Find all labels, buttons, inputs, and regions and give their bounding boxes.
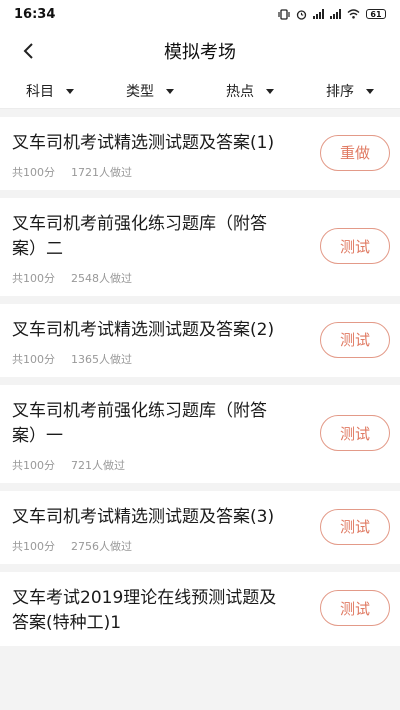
exam-score: 共100分 <box>12 272 55 285</box>
exam-meta: 共100分 2756人做过 <box>12 538 290 554</box>
exam-title: 叉车司机考试精选测试题及答案(1) <box>12 133 275 153</box>
exam-count: 721人做过 <box>71 459 125 472</box>
filter-type[interactable]: 类型 <box>126 81 174 101</box>
exam-count: 2548人做过 <box>71 272 132 285</box>
exam-title: 叉车司机考试精选测试题及答案(3) <box>12 507 275 527</box>
filter-label: 科目 <box>26 84 54 100</box>
exam-meta: 共100分 721人做过 <box>12 457 290 473</box>
back-button[interactable] <box>14 36 44 66</box>
exam-title: 叉车考试2019理论在线预测试题及答案(特种工)1 <box>12 588 277 633</box>
status-icons: 61 <box>278 8 386 20</box>
page-title: 模拟考场 <box>164 42 236 63</box>
chevron-left-icon <box>23 43 33 59</box>
filter-label: 排序 <box>326 84 354 100</box>
caret-down-icon <box>166 88 174 94</box>
status-bar: 16:34 61 <box>0 0 400 28</box>
exam-item[interactable]: 叉车司机考试精选测试题及答案(2) 共100分 1365人做过 测试 <box>0 304 400 377</box>
exam-score: 共100分 <box>12 166 55 179</box>
exam-item[interactable]: 叉车考试2019理论在线预测试题及答案(特种工)1 测试 <box>0 572 400 646</box>
battery-icon: 61 <box>366 9 386 19</box>
caret-down-icon <box>366 88 374 94</box>
test-button[interactable]: 测试 <box>320 321 390 358</box>
header: 模拟考场 <box>0 28 400 74</box>
redo-button[interactable]: 重做 <box>320 134 390 171</box>
test-button[interactable]: 测试 <box>320 508 390 545</box>
exam-item[interactable]: 叉车司机考试精选测试题及答案(1) 共100分 1721人做过 重做 <box>0 117 400 190</box>
vibrate-icon <box>278 8 290 20</box>
test-button[interactable]: 测试 <box>320 415 390 451</box>
exam-list: 叉车司机考试精选测试题及答案(1) 共100分 1721人做过 重做 叉车司机考… <box>0 117 400 646</box>
exam-score: 共100分 <box>12 353 55 366</box>
exam-count: 1365人做过 <box>71 353 132 366</box>
exam-score: 共100分 <box>12 459 55 472</box>
signal-icon <box>313 9 324 19</box>
caret-down-icon <box>266 88 274 94</box>
exam-count: 2756人做过 <box>71 540 132 553</box>
filter-subject[interactable]: 科目 <box>26 81 74 101</box>
filter-label: 类型 <box>126 84 154 100</box>
filter-label: 热点 <box>226 84 254 100</box>
exam-item[interactable]: 叉车司机考前强化练习题库（附答案）一 共100分 721人做过 测试 <box>0 385 400 483</box>
wifi-icon <box>347 9 360 19</box>
alarm-icon <box>296 9 307 20</box>
exam-meta: 共100分 1365人做过 <box>12 351 290 367</box>
exam-title: 叉车司机考前强化练习题库（附答案）一 <box>12 401 267 446</box>
exam-meta: 共100分 2548人做过 <box>12 270 290 286</box>
exam-score: 共100分 <box>12 540 55 553</box>
exam-item[interactable]: 叉车司机考前强化练习题库（附答案）二 共100分 2548人做过 测试 <box>0 198 400 296</box>
exam-meta: 共100分 1721人做过 <box>12 164 290 180</box>
filter-bar: 科目 类型 热点 排序 <box>0 74 400 109</box>
status-time: 16:34 <box>14 6 56 22</box>
filter-sort[interactable]: 排序 <box>326 81 374 101</box>
caret-down-icon <box>66 88 74 94</box>
test-button[interactable]: 测试 <box>320 228 390 264</box>
exam-item[interactable]: 叉车司机考试精选测试题及答案(3) 共100分 2756人做过 测试 <box>0 491 400 564</box>
exam-title: 叉车司机考前强化练习题库（附答案）二 <box>12 214 267 259</box>
signal-icon-2 <box>330 9 341 19</box>
filter-hot[interactable]: 热点 <box>226 81 274 101</box>
exam-title: 叉车司机考试精选测试题及答案(2) <box>12 320 275 340</box>
exam-count: 1721人做过 <box>71 166 132 179</box>
test-button[interactable]: 测试 <box>320 590 390 626</box>
